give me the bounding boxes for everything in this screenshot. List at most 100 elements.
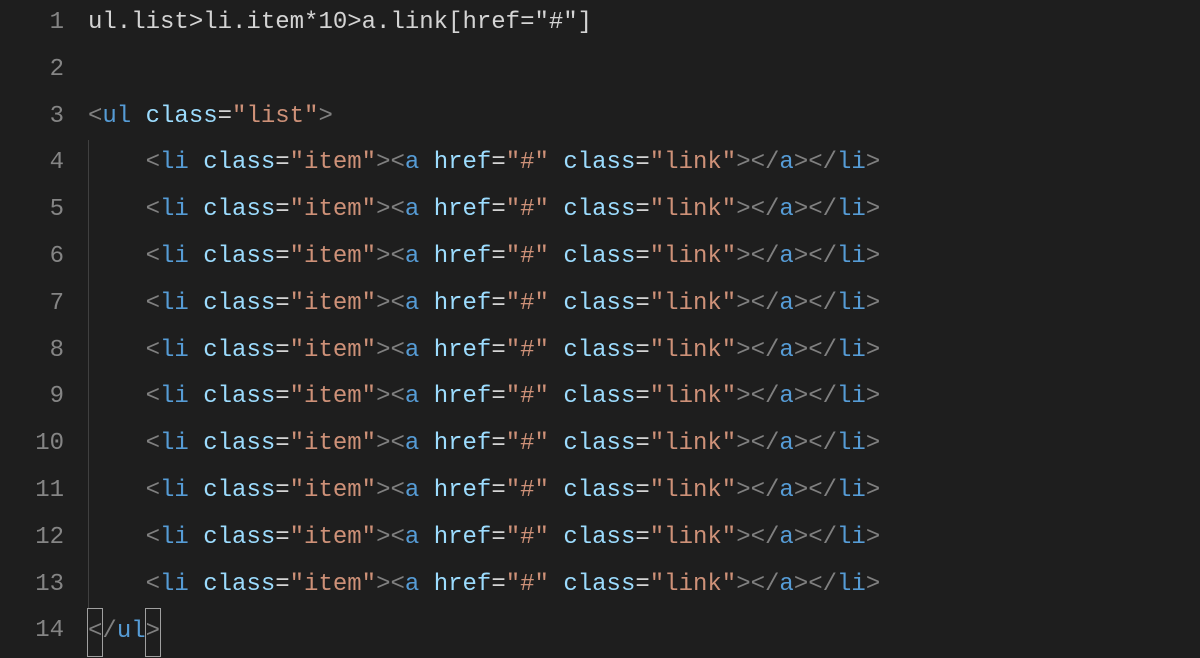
code-line[interactable]: <li class="item"><a href="#" class="link… bbox=[88, 328, 1200, 375]
attr-name: class bbox=[563, 337, 635, 364]
angle-bracket: < bbox=[390, 477, 404, 504]
line-number: 12 bbox=[0, 515, 64, 562]
angle-bracket: < bbox=[390, 149, 404, 176]
angle-bracket: </ bbox=[751, 290, 780, 317]
angle-bracket: > bbox=[736, 477, 750, 504]
angle-bracket: </ bbox=[808, 196, 837, 223]
angle-bracket: < bbox=[390, 430, 404, 457]
tag-name: li bbox=[160, 571, 189, 598]
tag-name: li bbox=[837, 571, 866, 598]
angle-bracket: > bbox=[794, 477, 808, 504]
angle-bracket: > bbox=[866, 243, 880, 270]
angle-bracket: > bbox=[736, 383, 750, 410]
angle-bracket: </ bbox=[751, 337, 780, 364]
angle-bracket: </ bbox=[808, 149, 837, 176]
tag-name: a bbox=[779, 196, 793, 223]
code-line[interactable]: <ul class="list"> bbox=[88, 94, 1200, 141]
tag-name: li bbox=[837, 477, 866, 504]
angle-bracket: > bbox=[736, 571, 750, 598]
line-number: 11 bbox=[0, 468, 64, 515]
tag-name: li bbox=[837, 337, 866, 364]
attr-value: "link" bbox=[650, 149, 736, 176]
tag-name: a bbox=[779, 243, 793, 270]
attr-name: href bbox=[434, 290, 492, 317]
angle-bracket: > bbox=[736, 524, 750, 551]
attr-name: class bbox=[203, 290, 275, 317]
attr-value: "link" bbox=[650, 571, 736, 598]
code-line[interactable] bbox=[88, 47, 1200, 94]
tag-name: a bbox=[779, 430, 793, 457]
code-line[interactable]: ul.list>li.item*10>a.link[href="#"] bbox=[88, 0, 1200, 47]
code-line[interactable]: <li class="item"><a href="#" class="link… bbox=[88, 468, 1200, 515]
angle-bracket: < bbox=[390, 383, 404, 410]
angle-bracket: > bbox=[794, 149, 808, 176]
angle-bracket: > bbox=[794, 383, 808, 410]
attr-value: "item" bbox=[290, 196, 376, 223]
tag-name: ul bbox=[117, 618, 146, 645]
tag-name: li bbox=[160, 477, 189, 504]
code-line[interactable]: <li class="item"><a href="#" class="link… bbox=[88, 562, 1200, 609]
angle-bracket: > bbox=[866, 337, 880, 364]
angle-bracket: > bbox=[376, 571, 390, 598]
indent-guide bbox=[88, 515, 89, 562]
angle-bracket: </ bbox=[808, 290, 837, 317]
angle-bracket: > bbox=[376, 430, 390, 457]
angle-bracket: > bbox=[866, 477, 880, 504]
angle-bracket: > bbox=[866, 430, 880, 457]
angle-bracket: < bbox=[146, 524, 160, 551]
code-area[interactable]: ul.list>li.item*10>a.link[href="#"] <ul … bbox=[88, 0, 1200, 658]
attr-value: "item" bbox=[290, 477, 376, 504]
angle-bracket: </ bbox=[751, 149, 780, 176]
code-line[interactable]: </ul> bbox=[88, 608, 1200, 657]
tag-name: li bbox=[837, 243, 866, 270]
tag-name: a bbox=[405, 571, 419, 598]
angle-bracket: > bbox=[376, 477, 390, 504]
line-number: 4 bbox=[0, 140, 64, 187]
attr-name: class bbox=[563, 149, 635, 176]
angle-bracket: < bbox=[390, 571, 404, 598]
tag-name: ul bbox=[102, 103, 131, 130]
code-editor[interactable]: 1234567891011121314 ul.list>li.item*10>a… bbox=[0, 0, 1200, 658]
angle-bracket: > bbox=[794, 524, 808, 551]
tag-name: a bbox=[405, 383, 419, 410]
tag-name: a bbox=[779, 337, 793, 364]
line-number-gutter: 1234567891011121314 bbox=[0, 0, 88, 658]
tag-name: li bbox=[160, 196, 189, 223]
tag-name: a bbox=[779, 571, 793, 598]
code-line[interactable]: <li class="item"><a href="#" class="link… bbox=[88, 421, 1200, 468]
attr-name: class bbox=[203, 243, 275, 270]
angle-bracket: < bbox=[390, 290, 404, 317]
attr-name: class bbox=[563, 196, 635, 223]
code-line[interactable]: <li class="item"><a href="#" class="link… bbox=[88, 515, 1200, 562]
line-number: 3 bbox=[0, 94, 64, 141]
tag-name: li bbox=[837, 430, 866, 457]
attr-name: href bbox=[434, 149, 492, 176]
attr-value: "link" bbox=[650, 243, 736, 270]
attr-name: class bbox=[563, 524, 635, 551]
angle-bracket: > bbox=[794, 337, 808, 364]
tag-name: a bbox=[405, 149, 419, 176]
angle-bracket: < bbox=[146, 477, 160, 504]
tag-name: a bbox=[779, 149, 793, 176]
attr-value: "link" bbox=[650, 337, 736, 364]
tag-name: a bbox=[779, 524, 793, 551]
code-line[interactable]: <li class="item"><a href="#" class="link… bbox=[88, 234, 1200, 281]
angle-bracket: < bbox=[390, 337, 404, 364]
code-line[interactable]: <li class="item"><a href="#" class="link… bbox=[88, 140, 1200, 187]
attr-value: "item" bbox=[290, 337, 376, 364]
attr-name: class bbox=[203, 196, 275, 223]
angle-bracket: > bbox=[794, 243, 808, 270]
indent-guide bbox=[88, 234, 89, 281]
tag-name: a bbox=[405, 430, 419, 457]
code-line[interactable]: <li class="item"><a href="#" class="link… bbox=[88, 187, 1200, 234]
code-line[interactable]: <li class="item"><a href="#" class="link… bbox=[88, 374, 1200, 421]
angle-bracket: < bbox=[390, 196, 404, 223]
angle-bracket: > bbox=[866, 524, 880, 551]
angle-bracket: </ bbox=[808, 243, 837, 270]
code-line[interactable]: <li class="item"><a href="#" class="link… bbox=[88, 281, 1200, 328]
attr-name: href bbox=[434, 430, 492, 457]
angle-bracket: > bbox=[866, 196, 880, 223]
angle-bracket: > bbox=[866, 149, 880, 176]
tag-name: li bbox=[837, 524, 866, 551]
angle-bracket: < bbox=[88, 103, 102, 130]
